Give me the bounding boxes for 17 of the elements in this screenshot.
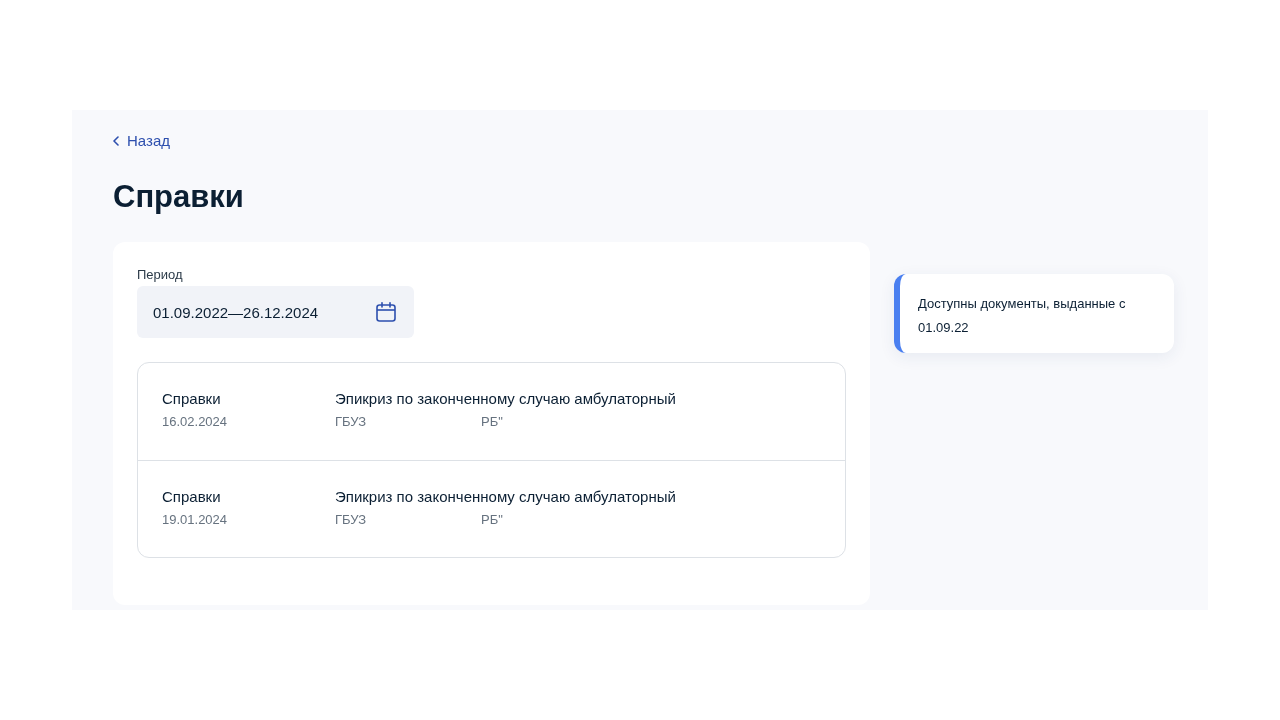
back-link[interactable]: Назад [113, 131, 170, 151]
document-category: Справки [162, 487, 221, 507]
organization-text: ГБУЗ [335, 414, 367, 430]
notice-text: Доступны документы, выданные с 01.09.22 [918, 295, 1127, 337]
period-label: Период [137, 267, 184, 283]
document-title[interactable]: Эпикриз по законченному случаю амбулаторный [335, 487, 676, 507]
organization-text: РБ" [481, 414, 503, 430]
organization-text: ГБУЗ [335, 512, 367, 528]
period-field[interactable]: 01.09.2022—26.12.2024 [137, 286, 414, 338]
organization-text: РБ" [481, 512, 503, 528]
page-title: Справки [113, 178, 245, 216]
document-title[interactable]: Эпикриз по законченному случаю амбулаторный [335, 389, 676, 409]
chevron-left-icon [113, 136, 119, 146]
document-date: 16.02.2024 [162, 414, 228, 430]
document-category: Справки [162, 389, 221, 409]
calendar-icon [376, 302, 396, 322]
document-date: 19.01.2024 [162, 512, 228, 528]
